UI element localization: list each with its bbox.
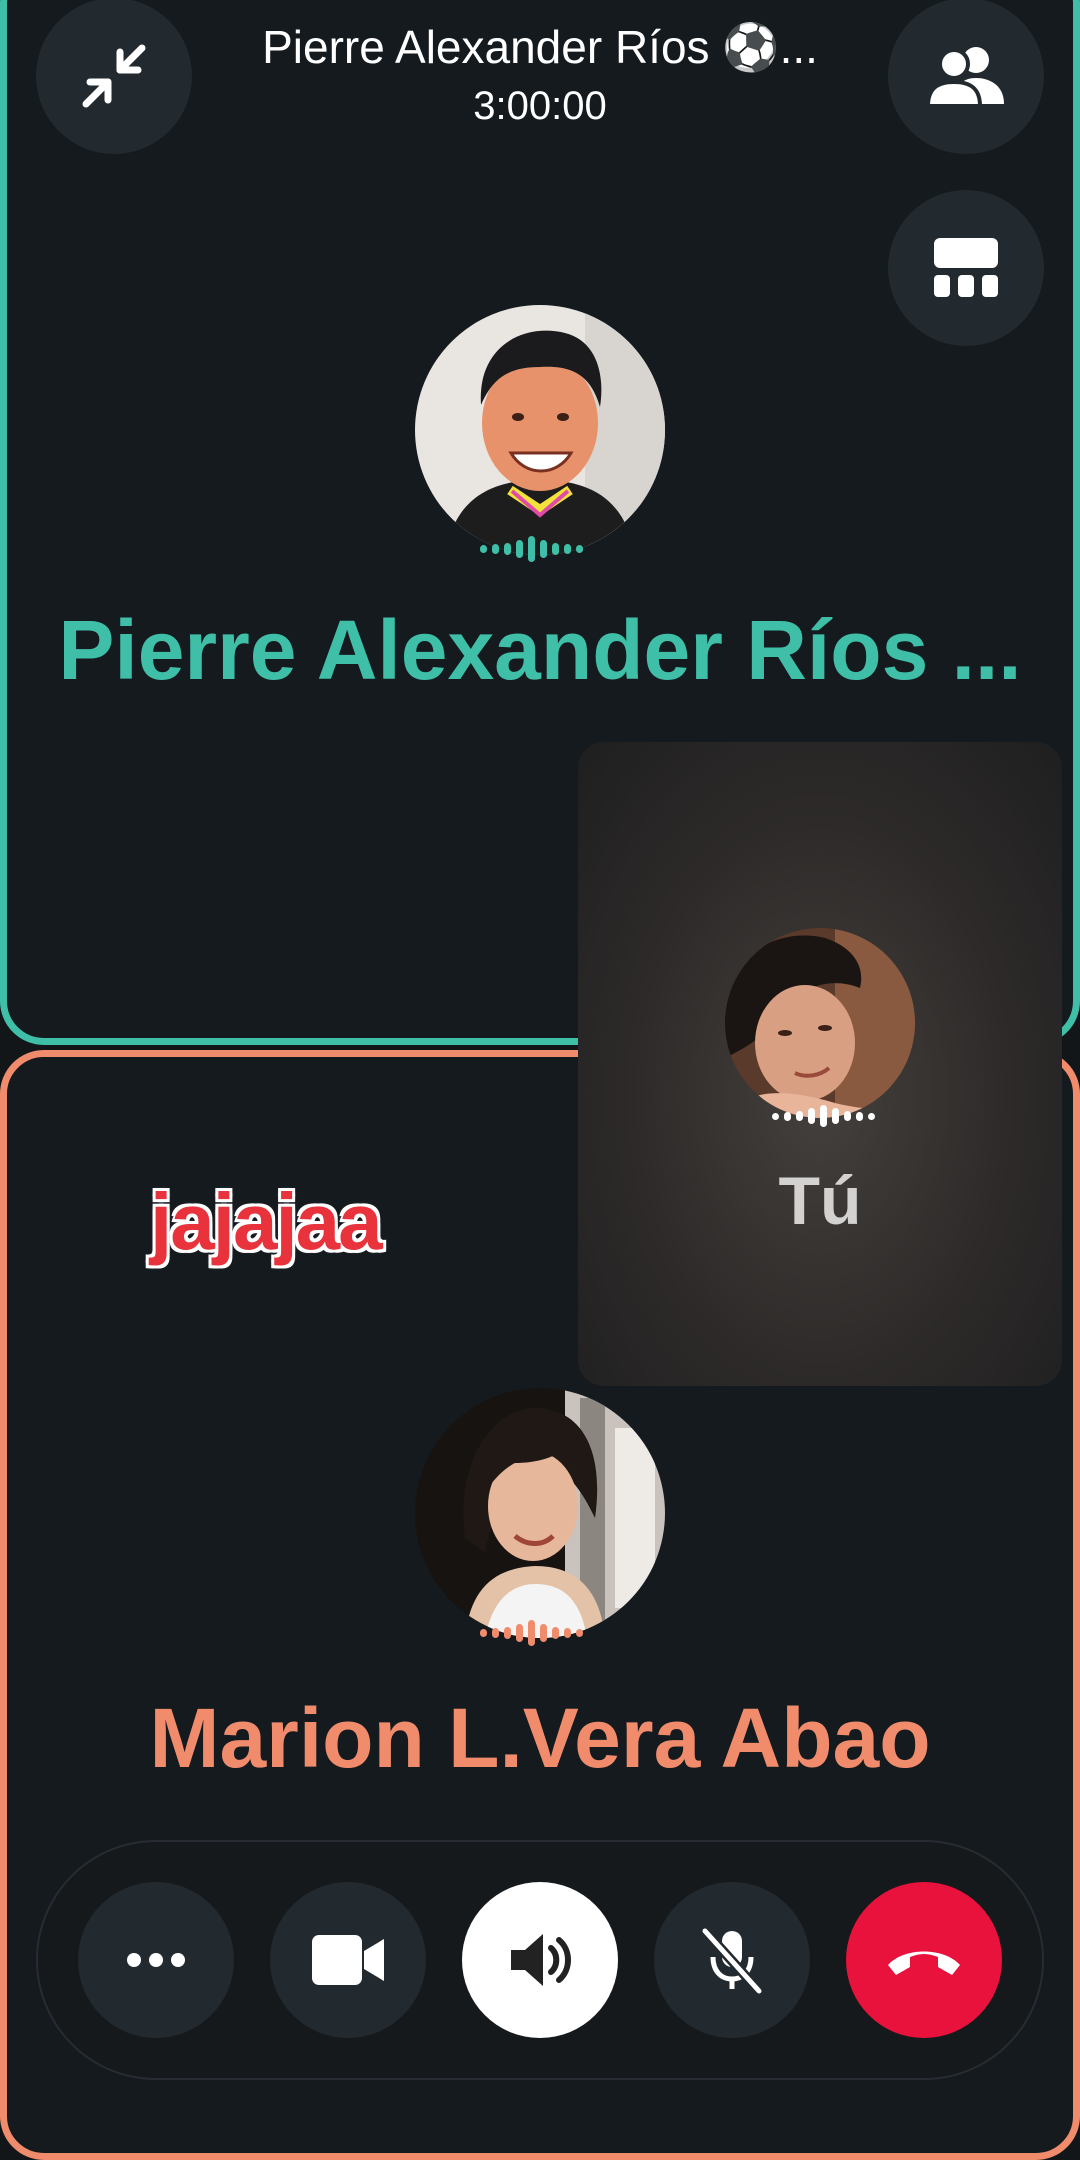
voice-activity-icon — [772, 1105, 875, 1127]
participants-button[interactable] — [888, 0, 1044, 154]
layout-button[interactable] — [888, 190, 1044, 346]
participants-icon — [925, 47, 1004, 108]
participant-name-pierre: Pierre Alexander Ríos ... — [58, 603, 1022, 697]
more-options-button[interactable] — [78, 1882, 234, 2038]
speaker-icon — [511, 1934, 571, 1986]
minimize-arrows-icon — [82, 44, 146, 108]
speaker-toggle-button[interactable] — [462, 1882, 618, 2038]
mute-toggle-button[interactable] — [654, 1882, 810, 2038]
mic-muted-icon — [701, 1927, 763, 1995]
avatar-pierre — [415, 305, 665, 555]
video-camera-icon — [312, 1935, 384, 1985]
voice-activity-icon — [480, 1620, 583, 1646]
layout-grid-icon — [934, 238, 998, 297]
end-call-button[interactable] — [846, 1882, 1002, 2038]
call-timer: 3:00:00 — [473, 84, 607, 128]
video-toggle-button[interactable] — [270, 1882, 426, 2038]
minimize-button[interactable] — [36, 0, 192, 154]
end-call-icon — [888, 1951, 960, 1975]
participant-name-marion: Marion L.Vera Abao — [149, 1691, 931, 1785]
more-dots-icon — [127, 1953, 185, 1967]
call-title: Pierre Alexander Ríos ⚽... — [262, 21, 818, 73]
voice-activity-icon — [480, 536, 583, 562]
avatar-self — [725, 928, 915, 1118]
reaction-sticker: jajajaa — [150, 1177, 383, 1266]
self-label: Tú — [778, 1163, 862, 1239]
avatar-marion — [415, 1388, 665, 1638]
